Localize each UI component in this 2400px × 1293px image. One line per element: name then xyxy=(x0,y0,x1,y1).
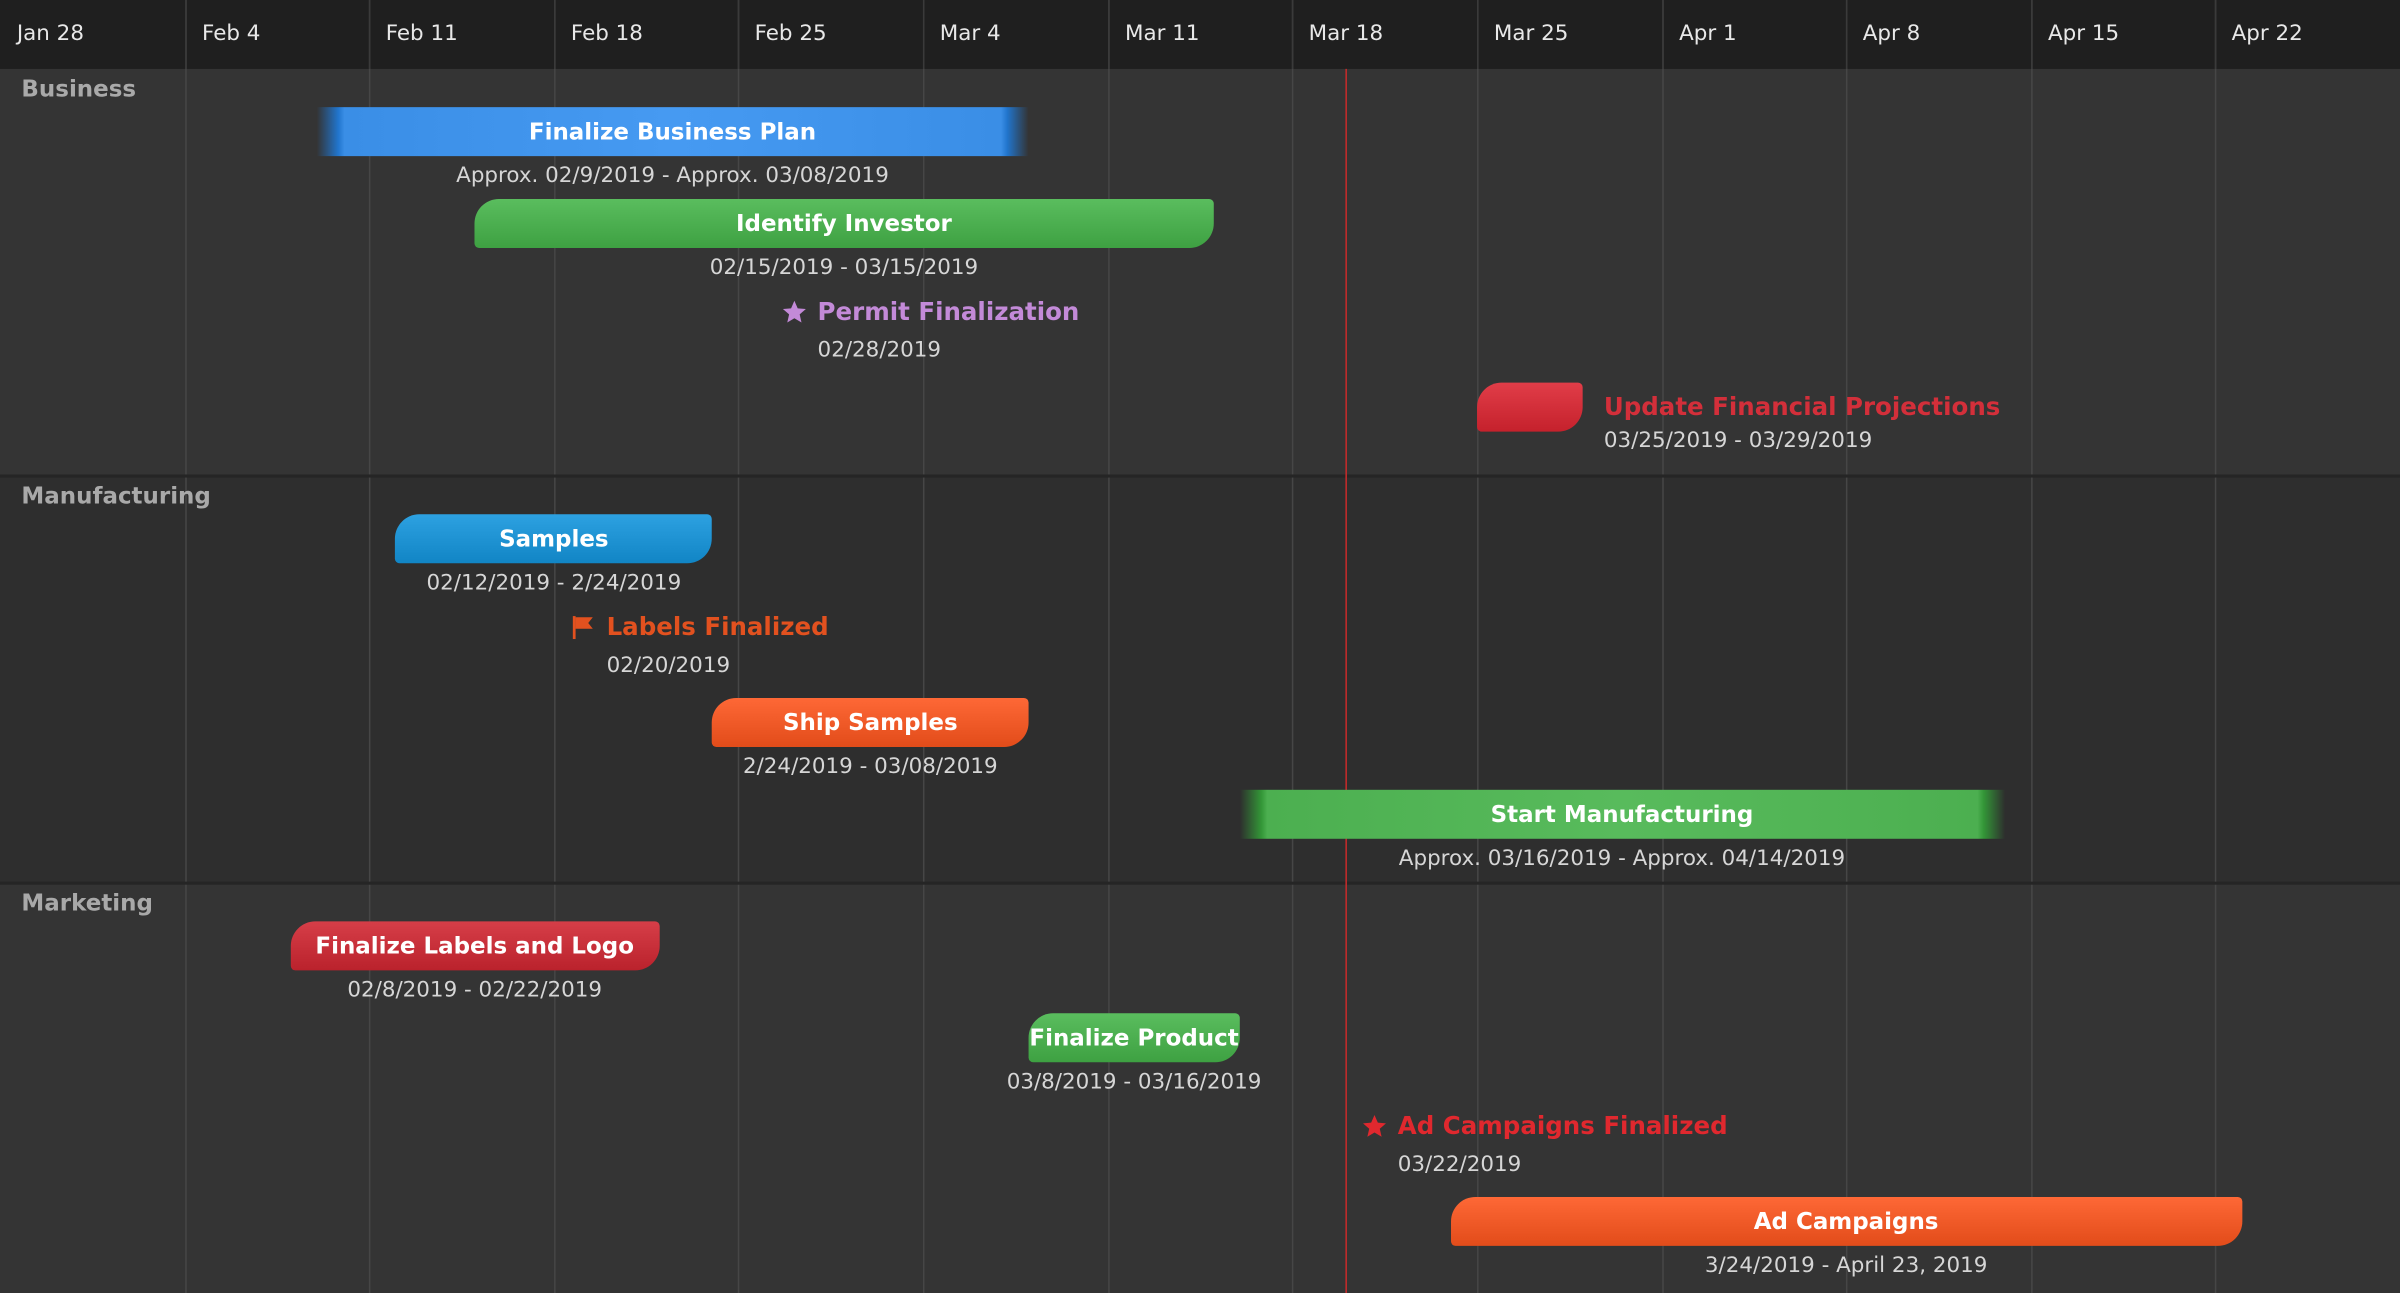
week-divider xyxy=(1108,0,1110,69)
gantt-chart: Jan 28 Feb 4 Feb 11 Feb 18 Feb 25 Mar 4 Mar 11… xyxy=(0,0,2400,1293)
task-dates: 02/12/2019 - 2/24/2019 xyxy=(426,570,682,596)
week-label: Apr 1 xyxy=(1679,21,1737,46)
task-title: Finalize Product xyxy=(1029,1023,1239,1052)
task-bar[interactable]: Start Manufacturing xyxy=(1239,789,2005,839)
star-icon xyxy=(781,298,809,326)
task-dates: 03/25/2019 - 03/29/2019 xyxy=(1603,428,1873,454)
task-title: Samples xyxy=(499,525,609,553)
task-dates: Approx. 02/9/2019 - Approx. 03/08/2019 xyxy=(456,163,889,189)
week-label: Mar 11 xyxy=(1125,21,1200,46)
week-divider xyxy=(2214,0,2217,69)
week-label: Feb 25 xyxy=(754,21,827,46)
week-divider xyxy=(922,0,925,69)
week-divider xyxy=(1477,0,1479,69)
task-bar[interactable]: Samples xyxy=(395,514,713,564)
task-bar[interactable]: Finalize Labels and Logo xyxy=(290,921,660,971)
lane-separator xyxy=(0,881,2400,885)
task-title: Ship Samples xyxy=(782,708,958,737)
flag-icon xyxy=(570,613,598,641)
week-label: Apr 22 xyxy=(2231,21,2303,46)
lane-manufacturing xyxy=(0,476,2400,884)
lane-separator xyxy=(0,474,2400,478)
week-label: Feb 18 xyxy=(570,21,643,46)
week-gridline xyxy=(2031,0,2033,1293)
week-label: Feb 4 xyxy=(202,21,261,46)
milestone-date: 03/22/2019 xyxy=(1397,1152,1522,1178)
milestone-title: Ad Campaigns Finalized xyxy=(1397,1111,1728,1141)
task-bar[interactable]: Ad Campaigns xyxy=(1450,1196,2242,1246)
week-divider xyxy=(554,0,556,69)
task-title: Identify Investor xyxy=(735,209,952,238)
task-bar[interactable]: Ship Samples xyxy=(712,697,1029,747)
week-divider xyxy=(1662,0,1664,69)
task-title: Finalize Business Plan xyxy=(528,117,817,146)
week-gridline xyxy=(1291,0,1294,1293)
week-divider xyxy=(368,0,371,69)
week-divider xyxy=(1291,0,1294,69)
task-dates: 3/24/2019 - April 23, 2019 xyxy=(1704,1253,1988,1279)
week-label: Apr 15 xyxy=(2047,21,2120,46)
week-gridline xyxy=(922,0,925,1293)
task-bar[interactable]: Finalize Business Plan xyxy=(316,107,1029,157)
week-gridline xyxy=(1845,0,1848,1293)
lane-title: Marketing xyxy=(21,889,153,917)
week-label: Feb 11 xyxy=(385,21,458,46)
task-title: Update Financial Projections xyxy=(1603,391,2001,421)
week-label: Jan 28 xyxy=(16,21,84,46)
week-gridline xyxy=(1477,0,1479,1293)
task-title: Start Manufacturing xyxy=(1490,800,1754,829)
milestone[interactable]: Ad Campaigns Finalized xyxy=(1361,1111,1728,1140)
week-divider xyxy=(2031,0,2033,69)
milestone[interactable]: Labels Finalized xyxy=(570,612,829,641)
milestone[interactable]: Permit Finalization xyxy=(781,296,1080,327)
task-dates: 2/24/2019 - 03/08/2019 xyxy=(742,754,998,780)
timeline-header: Jan 28 Feb 4 Feb 11 Feb 18 Feb 25 Mar 4 Mar 11… xyxy=(0,0,2400,71)
week-gridline xyxy=(554,0,556,1293)
week-gridline xyxy=(185,0,187,1293)
lane-title: Business xyxy=(21,75,137,103)
week-label: Apr 8 xyxy=(1862,21,1921,46)
week-gridline xyxy=(1108,0,1110,1293)
week-divider xyxy=(1845,0,1848,69)
task-dates: 03/8/2019 - 03/16/2019 xyxy=(1006,1069,1262,1095)
star-icon xyxy=(1361,1112,1389,1140)
week-gridline xyxy=(737,0,740,1293)
week-gridline xyxy=(2214,0,2217,1293)
task-dates: Approx. 03/16/2019 - Approx. 04/14/2019 xyxy=(1398,846,1846,871)
week-label: Mar 18 xyxy=(1308,21,1384,46)
milestone-title: Labels Finalized xyxy=(606,612,829,642)
milestone-date: 02/20/2019 xyxy=(606,653,731,679)
milestone-title: Permit Finalization xyxy=(817,296,1080,327)
week-label: Mar 4 xyxy=(939,21,1001,46)
week-divider xyxy=(185,0,187,69)
week-label: Mar 25 xyxy=(1493,21,1569,46)
task-bar[interactable] xyxy=(1476,382,1583,432)
task-title: Finalize Labels and Logo xyxy=(315,932,635,960)
week-gridline xyxy=(1662,0,1664,1293)
task-bar[interactable]: Identify Investor xyxy=(474,198,1214,248)
week-divider xyxy=(737,0,740,69)
milestone-date: 02/28/2019 xyxy=(817,338,942,363)
week-gridline xyxy=(368,0,371,1293)
lane-title: Manufacturing xyxy=(21,482,211,510)
task-dates: 02/15/2019 - 03/15/2019 xyxy=(709,255,979,281)
task-dates: 02/8/2019 - 02/22/2019 xyxy=(347,978,603,1003)
task-bar[interactable]: Finalize Product xyxy=(1028,1013,1240,1063)
task-title: Ad Campaigns xyxy=(1753,1207,1939,1236)
today-marker xyxy=(1345,68,1347,1293)
